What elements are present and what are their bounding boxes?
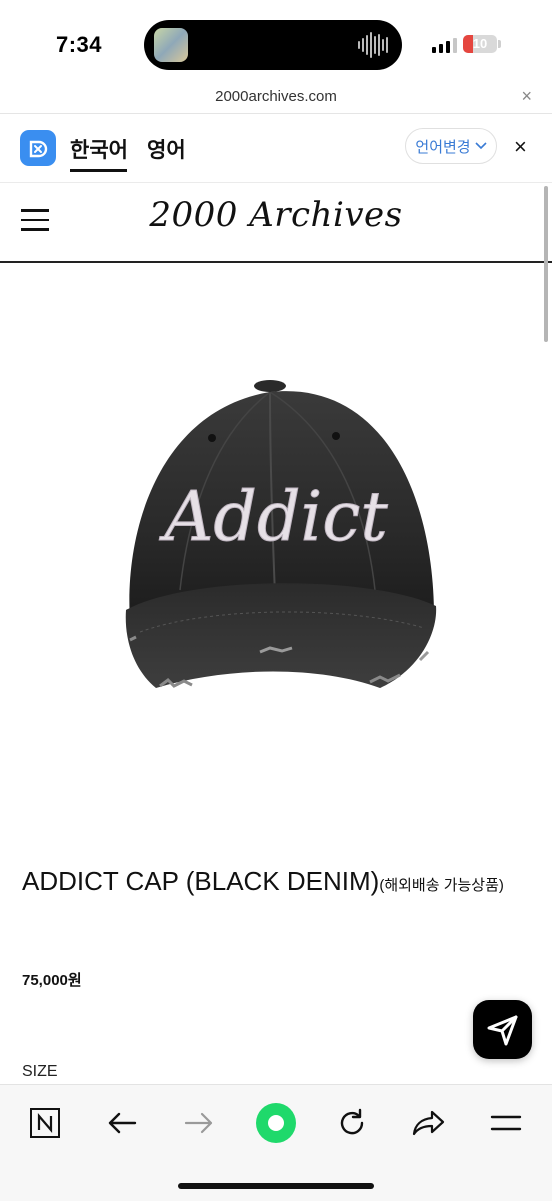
refresh-icon[interactable]: [330, 1101, 374, 1145]
chevron-down-icon: [475, 142, 487, 150]
tab-korean[interactable]: 한국어: [70, 134, 128, 164]
product-image[interactable]: Addict: [120, 370, 440, 700]
shipping-note: (해외배송 가능상품): [379, 877, 504, 894]
cap-embroidery-text: Addict: [158, 478, 388, 557]
page-scrollbar[interactable]: [544, 186, 548, 342]
product-name: ADDICT CAP (BLACK DENIM): [22, 866, 380, 896]
active-tab-indicator: [70, 169, 127, 172]
site-logo[interactable]: 2000 Archives: [0, 195, 552, 235]
product-title: ADDICT CAP (BLACK DENIM)(해외배송 가능상품): [22, 866, 532, 901]
close-icon[interactable]: ×: [521, 86, 532, 107]
size-label: SIZE: [22, 1063, 58, 1080]
paper-plane-icon: [487, 1015, 518, 1046]
battery-icon: 10: [463, 35, 497, 53]
product-price: 75,000원: [22, 972, 82, 989]
send-message-button[interactable]: [473, 1000, 532, 1059]
audio-waveform-icon: [358, 32, 388, 58]
battery-nub: [498, 40, 501, 48]
close-translate-button[interactable]: ×: [514, 134, 527, 160]
forward-arrow-icon[interactable]: [177, 1101, 221, 1145]
now-playing-artwork: [154, 28, 188, 62]
tab-english[interactable]: 영어: [147, 134, 186, 164]
n-home-icon[interactable]: [23, 1101, 67, 1145]
change-language-label: 언어변경: [415, 138, 471, 156]
cellular-signal-icon: [432, 38, 457, 53]
site-header: 2000 Archives: [0, 183, 552, 261]
back-arrow-icon[interactable]: [100, 1101, 144, 1145]
share-icon[interactable]: [407, 1101, 451, 1145]
battery-level-text: 10: [472, 36, 488, 51]
home-indicator[interactable]: [178, 1183, 374, 1189]
green-dot-icon[interactable]: [254, 1101, 298, 1145]
change-language-button[interactable]: 언어변경: [405, 128, 497, 164]
translate-bar: 한국어 영어 언어변경 ×: [0, 114, 552, 182]
translate-app-icon: [20, 130, 56, 166]
url-text[interactable]: 2000archives.com: [0, 88, 552, 105]
status-bar: 7:34 10: [0, 0, 552, 86]
menu-icon[interactable]: [484, 1101, 528, 1145]
status-time: 7:34: [56, 32, 103, 57]
header-divider: [0, 261, 552, 263]
url-bar[interactable]: 2000archives.com ×: [0, 84, 552, 112]
dynamic-island[interactable]: [144, 20, 402, 70]
